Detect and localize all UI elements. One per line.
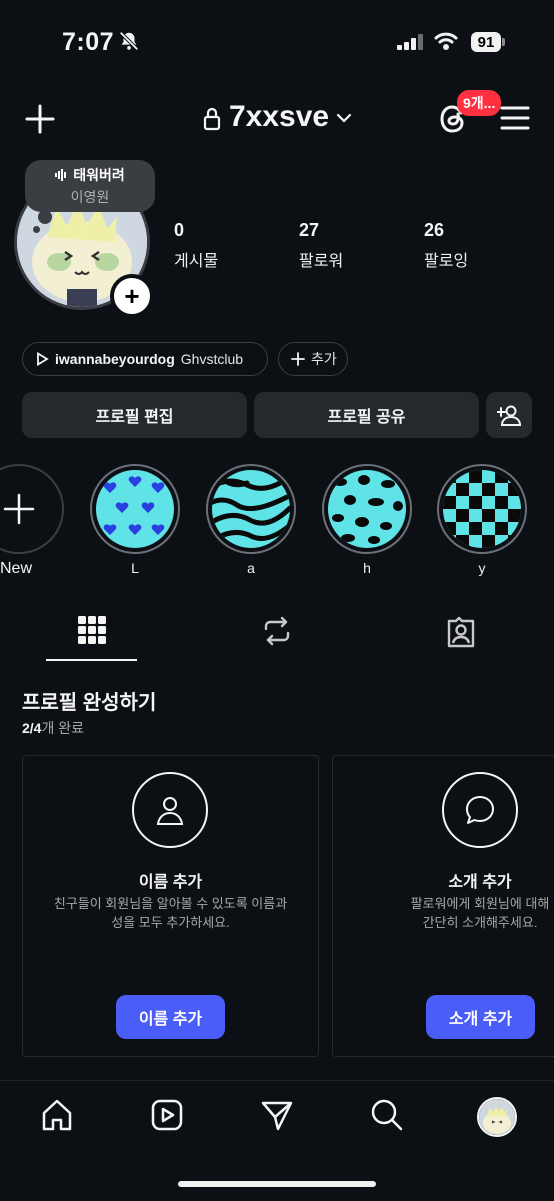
card-title: 이름 추가 (138, 874, 203, 891)
highlight-label: h (363, 560, 371, 576)
highlight-cover-hearts (96, 470, 174, 548)
profile-username[interactable]: 7xxsve (229, 100, 329, 134)
card-description: 팔로워에게 회원님에 대해 간단히 소개해주세요. (395, 894, 554, 932)
grid-icon (78, 616, 106, 644)
menu-icon[interactable] (500, 105, 530, 131)
card-description: 친구들이 회원님을 알아볼 수 있도록 이름과 성을 모두 추가하세요. (22, 894, 319, 932)
card-desc-line: 성을 모두 추가하세요. (111, 915, 230, 930)
person-icon-circle (132, 772, 208, 848)
highlight-item[interactable] (206, 464, 296, 554)
share-profile-button[interactable]: 프로필 공유 (254, 392, 479, 438)
add-music-button[interactable]: 추가 (278, 342, 348, 376)
add-person-icon (497, 404, 521, 426)
new-highlight-button[interactable] (0, 464, 64, 554)
highlight-cover-leopard (328, 470, 406, 548)
music-song: iwannabeyourdog (55, 351, 175, 367)
profile-music-pill[interactable]: iwannabeyourdog Ghvstclub (22, 342, 268, 376)
reels-icon[interactable] (150, 1098, 184, 1132)
stat-followers[interactable]: 27 팔로워 (299, 220, 343, 271)
music-wave-icon (55, 169, 67, 181)
profile-tab-avatar[interactable] (477, 1097, 517, 1137)
highlight-cover-zebra (212, 470, 290, 548)
speech-bubble-icon (463, 793, 497, 827)
stat-label: 게시물 (174, 253, 219, 270)
note-song-title: 태워버려 (73, 167, 125, 183)
status-time: 7:07 (62, 28, 115, 56)
stat-value: 27 (299, 220, 320, 240)
add-name-button[interactable]: 이름 추가 (116, 995, 225, 1039)
progress-suffix: 개 완료 (41, 720, 84, 736)
card-desc-line: 친구들이 회원님을 알아볼 수 있도록 이름과 (53, 896, 288, 911)
repost-icon (262, 616, 292, 646)
speech-bubble-icon-circle (442, 772, 518, 848)
note-artist: 이영원 (70, 189, 110, 205)
new-highlight-label: New (0, 560, 33, 577)
home-indicator (178, 1181, 376, 1187)
complete-profile-progress: 2/4개 완료 (22, 718, 84, 738)
wifi-icon (434, 31, 458, 51)
note-tail (38, 210, 52, 224)
add-bio-button[interactable]: 소개 추가 (426, 995, 535, 1039)
threads-badge: 9개... (457, 90, 502, 116)
person-icon (153, 793, 187, 827)
chevron-down-icon[interactable] (336, 112, 352, 124)
highlight-label: L (131, 560, 139, 576)
tagged-person-icon (446, 616, 476, 648)
highlight-label: y (478, 560, 486, 576)
note-bubble[interactable]: 태워버려 이영원 (25, 160, 155, 212)
create-plus-icon[interactable] (24, 103, 56, 135)
highlight-item[interactable] (322, 464, 412, 554)
lock-icon (203, 107, 221, 131)
active-tab-indicator (46, 659, 137, 661)
reposts-tab[interactable] (262, 616, 292, 646)
music-artist: Ghvstclub (180, 351, 244, 367)
highlight-label: a (247, 560, 255, 576)
card-title: 소개 추가 (448, 874, 512, 891)
grid-tab[interactable] (78, 616, 106, 644)
highlight-item[interactable] (437, 464, 527, 554)
stat-value: 26 (424, 220, 445, 240)
play-icon (35, 352, 49, 366)
battery-tip (502, 38, 505, 46)
home-icon[interactable] (40, 1098, 74, 1132)
plus-icon (2, 492, 36, 526)
send-icon[interactable] (260, 1098, 294, 1132)
bell-muted-icon (118, 30, 140, 52)
edit-profile-button[interactable]: 프로필 편집 (22, 392, 247, 438)
stat-value: 0 (174, 220, 185, 240)
add-avatar-button[interactable]: + (110, 274, 154, 318)
add-person-button[interactable] (486, 392, 532, 438)
tagged-tab[interactable] (446, 616, 476, 648)
plus-icon (291, 352, 305, 366)
highlight-cover-checker (443, 470, 521, 548)
search-icon[interactable] (370, 1098, 404, 1132)
card-desc-line: 간단히 소개해주세요. (422, 915, 538, 930)
add-music-label: 추가 (311, 351, 337, 367)
signal-icon (397, 34, 425, 50)
stat-posts[interactable]: 0 게시물 (174, 220, 218, 271)
complete-profile-title: 프로필 완성하기 (22, 692, 157, 714)
progress-count: 2/4 (22, 720, 42, 736)
stat-label: 팔로잉 (424, 253, 469, 270)
note-tail-small (33, 226, 40, 233)
highlight-item[interactable] (90, 464, 180, 554)
battery-indicator: 91 (471, 32, 501, 52)
card-desc-line: 팔로워에게 회원님에 대해 (410, 896, 550, 911)
stat-following[interactable]: 26 팔로잉 (424, 220, 468, 271)
stat-label: 팔로워 (299, 253, 344, 270)
